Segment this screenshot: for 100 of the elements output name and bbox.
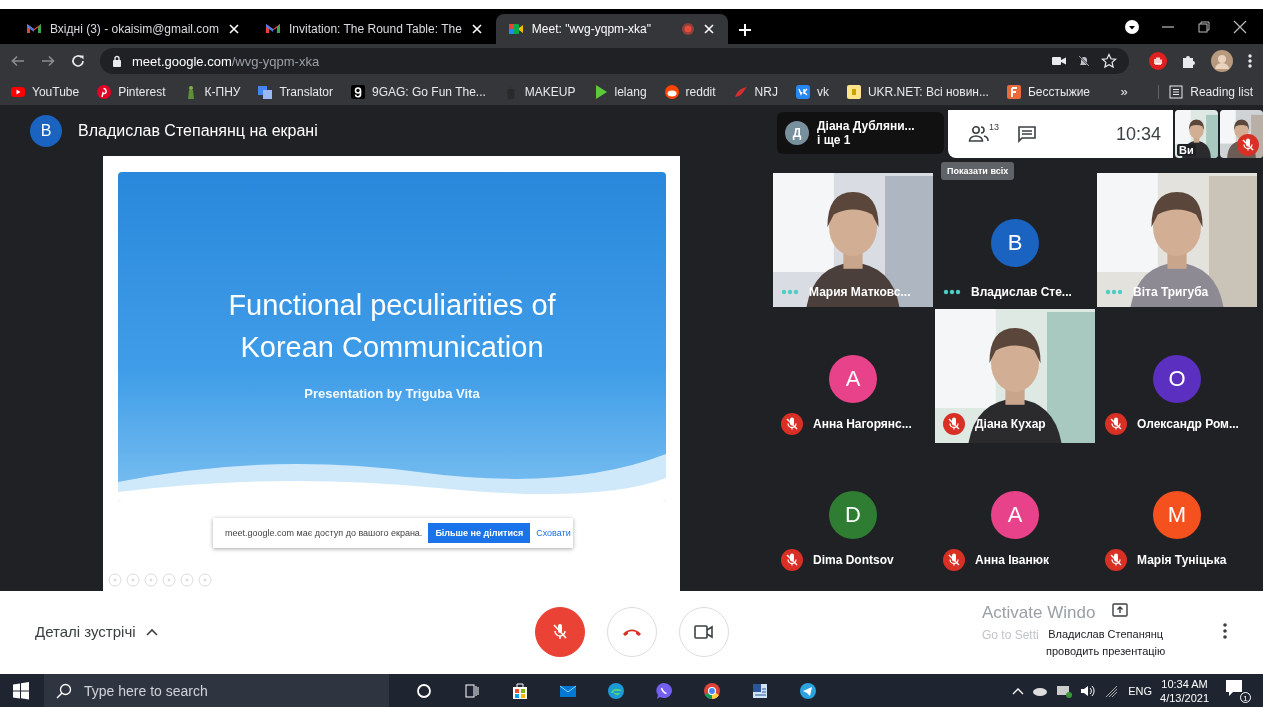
video-camera-icon[interactable] xyxy=(1051,55,1067,67)
browser-tab[interactable]: Meet: "wvg-yqpm-xka" xyxy=(495,14,728,44)
speaker-name: Діана Дубляни... xyxy=(817,119,915,133)
mic-off-icon xyxy=(550,622,570,642)
chevron-up-icon xyxy=(145,627,158,636)
list-icon xyxy=(1169,84,1184,99)
participant-name: Анна Нагорянс... xyxy=(813,417,912,431)
participant-name: Олександр Ром... xyxy=(1137,417,1239,431)
restore-icon[interactable] xyxy=(1197,20,1211,34)
camera-button[interactable] xyxy=(679,607,729,657)
presenter-name: Владислав Степанянц xyxy=(1047,627,1165,642)
pin-icon xyxy=(96,83,113,100)
close-icon[interactable] xyxy=(701,22,716,36)
paper-plane-icon[interactable] xyxy=(798,681,818,701)
notifications-button[interactable]: 1 xyxy=(1225,679,1251,703)
slide-title: Functional peculiarities of Korean Communication xyxy=(227,288,557,365)
avatar: B xyxy=(991,219,1039,267)
tooltip: Показати всіх xyxy=(941,162,1015,180)
url-text: meet.google.com/wvg-yqpm-xka xyxy=(132,53,321,69)
meeting-details-button[interactable]: Деталі зустрічі xyxy=(35,623,158,640)
stop-sharing-button[interactable]: Більше не ділитися xyxy=(428,523,531,543)
chrome-icon[interactable] xyxy=(702,681,722,701)
close-icon[interactable] xyxy=(1233,20,1247,34)
people-button[interactable]: 13 xyxy=(968,125,999,143)
activation-title: Activate Windo xyxy=(982,603,1096,623)
presenting-title: Владислав Степанянц на екрані xyxy=(78,122,318,140)
video-camera-icon xyxy=(507,21,524,37)
bookmark[interactable]: YouTube xyxy=(10,83,80,100)
bookmark[interactable]: Бесстыжие xyxy=(1005,83,1091,100)
search-field[interactable]: Type here to search xyxy=(44,674,389,707)
presenter-avatar: В xyxy=(30,115,62,147)
close-icon[interactable] xyxy=(227,22,242,36)
more-icon[interactable] xyxy=(1247,53,1253,69)
back-icon[interactable] xyxy=(10,53,26,69)
microphone-button[interactable] xyxy=(535,607,585,657)
hide-link[interactable]: Сховати xyxy=(536,528,571,538)
bell-off-icon[interactable] xyxy=(1077,54,1091,68)
phone-bubble-icon[interactable] xyxy=(654,681,674,701)
document-icon[interactable] xyxy=(750,681,770,701)
speaker-more: і ще 1 xyxy=(817,133,852,147)
people-icon xyxy=(968,125,990,143)
translate-icon xyxy=(257,83,274,100)
bookmark[interactable]: К-ПНУ xyxy=(182,83,241,100)
search-icon xyxy=(56,683,72,699)
hand-icon[interactable] xyxy=(1149,52,1167,70)
address-bar[interactable]: meet.google.com/wvg-yqpm-xka xyxy=(100,48,1129,74)
circle-icon[interactable] xyxy=(414,681,434,701)
participant-name: Dima Dontsov xyxy=(813,553,894,567)
avatar: A xyxy=(991,491,1039,539)
participant-name: Владислав Сте... xyxy=(971,285,1072,299)
bookmark[interactable]: vk xyxy=(794,83,829,100)
star-icon[interactable] xyxy=(1101,53,1117,69)
more-icon[interactable] xyxy=(1222,623,1228,639)
chevron-up-icon[interactable] xyxy=(1012,687,1025,695)
network-icon[interactable] xyxy=(1056,684,1073,698)
share-notice-text: meet.google.com має доступ до вашого екрана. xyxy=(225,528,423,538)
bookmark[interactable]: Translator xyxy=(257,83,333,100)
edge-icon[interactable] xyxy=(606,681,626,701)
more-bookmarks[interactable]: » xyxy=(1120,84,1128,99)
bookmark[interactable]: lelang xyxy=(592,83,647,100)
cloud-icon[interactable] xyxy=(1032,685,1049,697)
new-tab-icon[interactable] xyxy=(737,23,752,37)
avatar-icon[interactable] xyxy=(1211,50,1233,72)
windows-icon[interactable] xyxy=(12,682,30,700)
language-indicator[interactable]: ENG xyxy=(1128,685,1153,697)
presenter-status: проводить презентацію xyxy=(1046,644,1166,659)
video-camera-icon xyxy=(693,624,715,640)
dropdown-icon[interactable] xyxy=(1125,20,1139,34)
bookmark[interactable]: Pinterest xyxy=(96,83,166,100)
slide-subtitle: Presentation by Triguba Vita xyxy=(303,386,481,401)
browser-tab[interactable]: Invitation: The Round Table: The xyxy=(253,14,496,44)
bookmark[interactable]: MAKEUP xyxy=(502,83,576,100)
puzzle-icon[interactable] xyxy=(1181,53,1197,69)
avatar: A xyxy=(829,355,877,403)
lock-icon xyxy=(112,55,122,67)
bookmark[interactable]: UKR.NET: Всі новин... xyxy=(845,83,989,100)
speaker-avatar: Д xyxy=(785,121,809,145)
nine-icon xyxy=(350,83,366,100)
task-view-icon[interactable] xyxy=(462,681,482,701)
clock[interactable]: 10:34 AM 4/13/2021 xyxy=(1160,677,1209,705)
reading-list-button[interactable]: Reading list xyxy=(1158,84,1253,99)
bookmark[interactable]: NRJ xyxy=(732,83,778,100)
note-icon xyxy=(845,83,862,100)
forward-icon[interactable] xyxy=(40,53,56,69)
participant-name: Марія Туніцька xyxy=(1137,553,1227,567)
reload-icon[interactable] xyxy=(70,53,86,69)
bookmark[interactable]: 9GAG: Go Fun The... xyxy=(350,83,486,100)
avatar: O xyxy=(1153,355,1201,403)
letter-icon xyxy=(1005,83,1022,100)
present-icon xyxy=(1112,603,1128,617)
participant-name: Віта Тригуба xyxy=(1133,285,1209,299)
activation-subtitle: Go to Setti xyxy=(982,628,1039,642)
speaker-icon[interactable] xyxy=(1080,684,1097,698)
chat-icon[interactable] xyxy=(1017,125,1037,143)
avatar: M xyxy=(1153,491,1201,539)
browser-tab[interactable]: Вхідні (3) - okaisim@gmail.com xyxy=(14,14,254,44)
shopping-bag-icon[interactable] xyxy=(510,681,530,701)
participant-name: Анна Іванюк xyxy=(975,553,1049,567)
bookmark[interactable]: reddit xyxy=(663,83,716,100)
close-icon[interactable] xyxy=(469,22,484,36)
